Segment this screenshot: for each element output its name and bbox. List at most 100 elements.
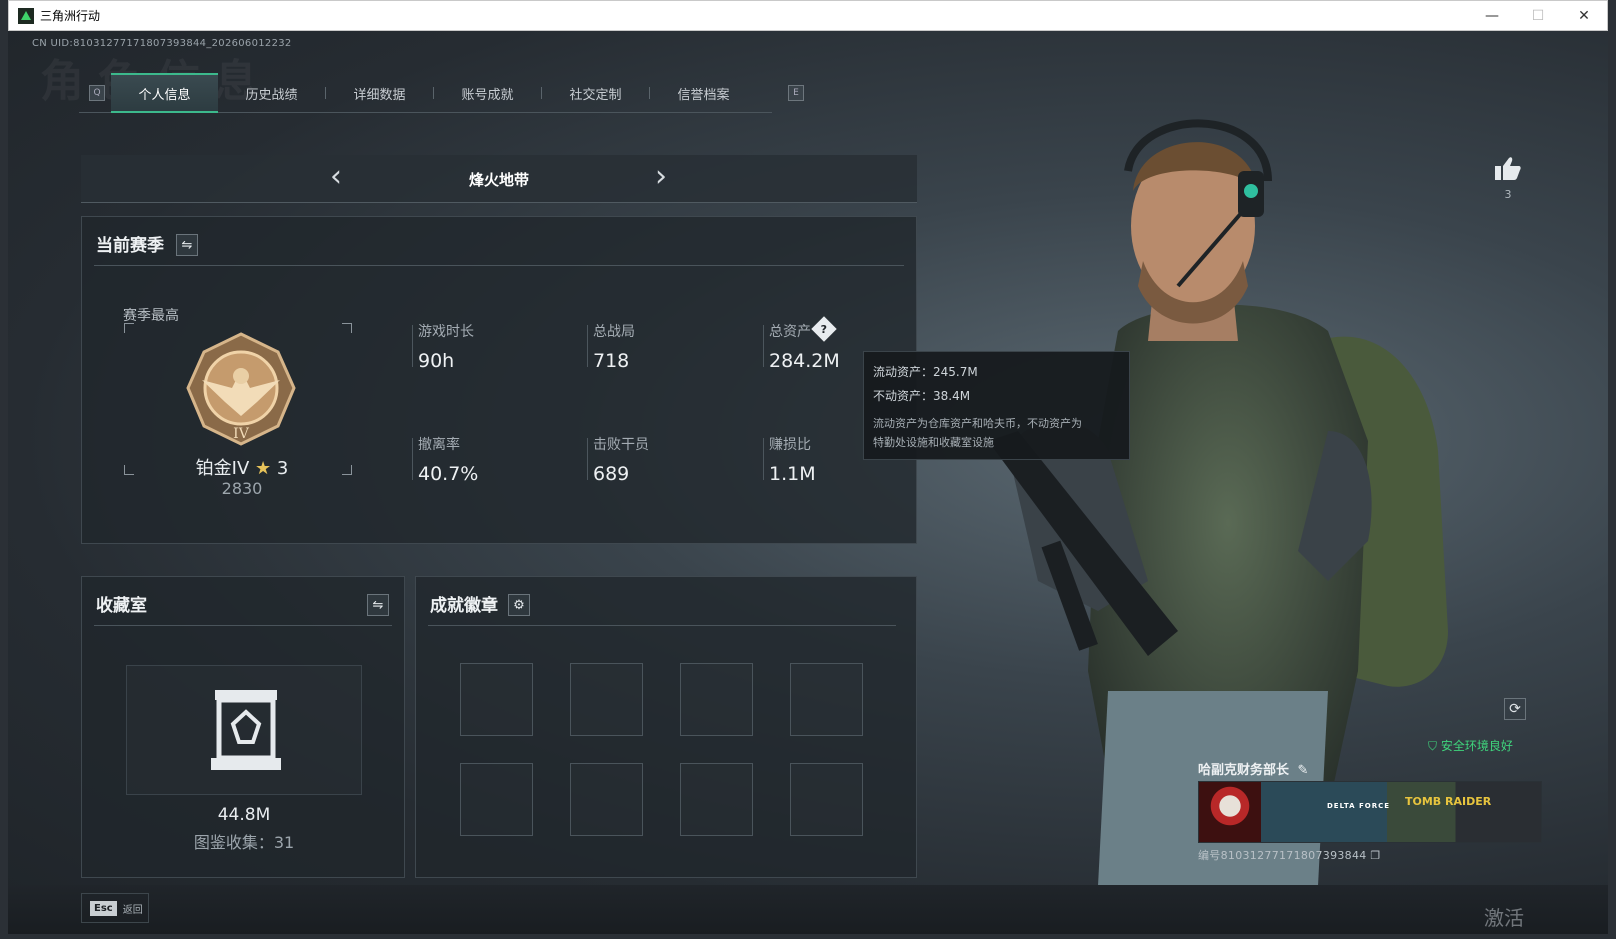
stat-divider: [763, 438, 764, 480]
collection-panel[interactable]: 收藏室 ⇋ 44.8M 图鉴收集：31: [81, 576, 405, 878]
copy-icon[interactable]: ❐: [1370, 849, 1380, 862]
stat-value: 718: [593, 350, 630, 372]
tooltip-liquid-assets: 流动资产：245.7M: [873, 365, 978, 379]
collection-value: 44.8M: [217, 805, 271, 825]
esc-key: Esc: [90, 900, 117, 916]
windows-activation-watermark: 激活 Windows: [1484, 906, 1573, 934]
stat-extraction-rate: 撤离率 40.7%: [418, 434, 478, 485]
card-id: 编号81031277171807393844: [1198, 849, 1367, 862]
assets-tooltip: 流动资产：245.7M 不动资产：38.4M 流动资产为仓库资产和哈夫币，不动资…: [863, 351, 1130, 460]
thumbs-up-icon: [1495, 157, 1521, 180]
vault-icon: [211, 690, 281, 770]
stat-divider: [587, 438, 588, 480]
rank-stars: 3: [276, 458, 289, 479]
stat-value: 1.1M: [769, 463, 816, 485]
minimize-button[interactable]: —: [1469, 1, 1515, 30]
divider: [94, 265, 904, 266]
stat-label: 总战局: [593, 324, 635, 340]
tab-bar: Q 个人信息 历史战绩 详细数据 账号成就 社交定制 信誉档案 E: [79, 73, 804, 113]
tab-prev-key[interactable]: Q: [89, 85, 105, 101]
tab-detailed-data[interactable]: 详细数据: [326, 73, 433, 113]
switch-icon[interactable]: ⇋: [367, 594, 389, 616]
badge-slot[interactable]: [790, 663, 863, 736]
mode-title: 烽火地带: [468, 171, 529, 189]
shield-icon: ⛉: [1428, 739, 1438, 753]
badge-slot[interactable]: [460, 663, 533, 736]
stat-divider: [763, 325, 764, 367]
tab-social[interactable]: 社交定制: [542, 73, 649, 113]
like-widget[interactable]: 3: [1488, 156, 1528, 201]
stat-divider: [587, 325, 588, 367]
safety-status: ⛉ 安全环境良好: [1428, 737, 1513, 754]
badge-slot[interactable]: [680, 663, 753, 736]
stat-playtime: 游戏时长 90h: [418, 321, 474, 372]
frame-corner: [342, 465, 352, 475]
star-icon: ★: [255, 458, 272, 479]
app-icon: [18, 7, 34, 24]
rank-score: 2830: [221, 479, 263, 498]
badge-slot[interactable]: [570, 663, 643, 736]
card-id-row: 编号81031277171807393844 ❐: [1198, 847, 1381, 863]
bottom-bar: [8, 885, 1608, 934]
tab-achievements[interactable]: 账号成就: [434, 73, 541, 113]
tooltip-desc-line: 特勤处设施和收藏室设施: [873, 436, 994, 449]
collection-title: 收藏室: [96, 596, 147, 616]
tomb-raider-logo: TOMB RAIDER: [1405, 795, 1492, 808]
badges-title: 成就徽章: [430, 596, 498, 616]
badge-slot[interactable]: [570, 763, 643, 836]
delta-force-logo: DELTA FORCE: [1327, 802, 1391, 810]
card-banner: DELTA FORCE TOMB RAIDER: [1198, 781, 1542, 843]
tab-next-key[interactable]: E: [788, 85, 804, 101]
stat-label: 游戏时长: [418, 324, 474, 340]
tab-history[interactable]: 历史战绩: [218, 73, 325, 113]
tab-reputation[interactable]: 信誉档案: [650, 73, 757, 113]
refresh-icon[interactable]: ⟳: [1504, 698, 1526, 720]
back-label: 返回: [122, 904, 143, 916]
like-count: 3: [1504, 188, 1512, 201]
edit-pencil-icon[interactable]: ✎: [1298, 763, 1309, 778]
season-best-label: 赛季最高: [123, 308, 179, 324]
tooltip-description: 流动资产为仓库资产和哈夫币，不动资产为 特勤处设施和收藏室设施: [873, 414, 1120, 452]
window-title: 三角洲行动: [40, 9, 101, 23]
stat-value: 284.2M: [769, 350, 840, 372]
card-title-row: 哈副克财务部长 ✎: [1198, 759, 1542, 778]
stat-label: 击败干员: [593, 437, 649, 453]
uid-text: CN UID:81031277171807393844_202606012232: [32, 38, 292, 49]
card-title: 哈副克财务部长: [1198, 763, 1290, 778]
maximize-button[interactable]: ☐: [1515, 1, 1561, 30]
stat-value: 90h: [418, 350, 455, 372]
collection-count: 图鉴收集：31: [193, 833, 295, 852]
divider: [428, 625, 896, 626]
window-titlebar: 三角洲行动 — ☐ ✕: [8, 0, 1608, 31]
mode-selector: ‹ 烽火地带 ›: [81, 155, 917, 203]
back-button[interactable]: Esc 返回: [81, 893, 149, 923]
frame-corner: [124, 323, 134, 333]
stat-kills: 击败干员 689: [593, 434, 649, 485]
svg-text:IV: IV: [233, 426, 250, 442]
safety-text: 安全环境良好: [1440, 739, 1513, 753]
rank-name: 铂金IV: [195, 458, 250, 479]
divider: [94, 625, 392, 626]
frame-corner: [342, 323, 352, 333]
badge-slot[interactable]: [790, 763, 863, 836]
stat-divider: [412, 325, 413, 367]
stat-divider: [412, 438, 413, 480]
tooltip-desc-line: 流动资产为仓库资产和哈夫币，不动资产为: [873, 417, 1082, 430]
stat-total-matches: 总战局 718: [593, 321, 635, 372]
window-controls: — ☐ ✕: [1469, 1, 1607, 30]
frame-corner: [124, 465, 134, 475]
season-panel: 当前赛季 ⇋ 赛季最高 IV 铂金IV ★ 3 2830 游戏时长 90h 总战…: [81, 216, 917, 544]
mode-next-arrow-icon[interactable]: ›: [646, 162, 676, 193]
tab-personal-info[interactable]: 个人信息: [111, 73, 218, 113]
stat-value: 689: [593, 463, 630, 485]
stat-label: 赚损比: [769, 437, 811, 453]
badge-slot[interactable]: [460, 763, 533, 836]
profile-card[interactable]: 哈副克财务部长 ✎ DELTA FORCE TOMB RAIDER 编号8103…: [1198, 759, 1542, 869]
season-title: 当前赛季: [96, 236, 164, 256]
switch-icon[interactable]: ⇋: [176, 234, 198, 256]
badge-slot[interactable]: [680, 763, 753, 836]
close-button[interactable]: ✕: [1561, 1, 1607, 30]
stat-profit-ratio: 赚损比 1.1M: [769, 434, 816, 485]
badges-panel: 成就徽章 ⚙: [415, 576, 917, 878]
settings-gear-icon[interactable]: ⚙: [508, 594, 530, 616]
